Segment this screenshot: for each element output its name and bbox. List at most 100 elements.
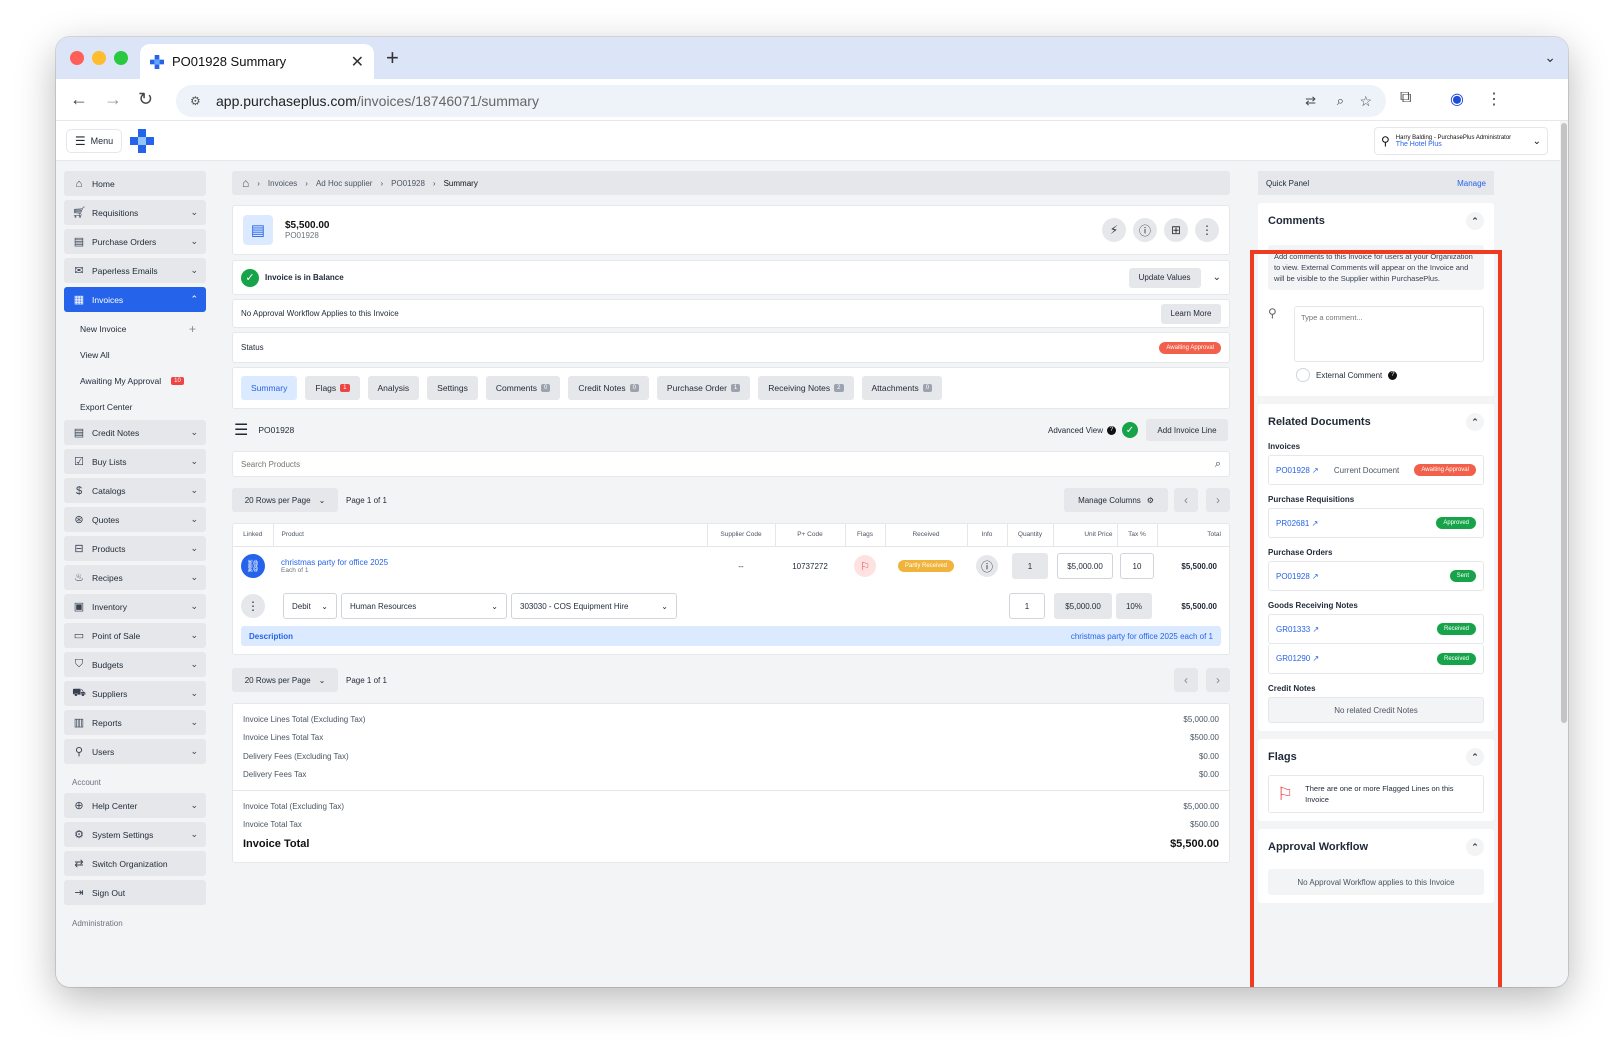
tab-summary[interactable]: Summary [241,376,298,400]
profile-icon[interactable]: ◉ [1450,89,1464,109]
related-grn-link[interactable]: GR01290 ↗ [1276,654,1319,663]
purchaseplus-logo[interactable] [130,129,154,153]
site-settings-icon[interactable]: ⚙ [190,94,201,108]
line-type-select[interactable]: Debit ⌄ [283,593,337,619]
tab-analysis[interactable]: Analysis [367,376,420,400]
related-invoice-link[interactable]: PO01928 ↗ [1276,466,1319,475]
address-bar[interactable]: ⚙ app.purchaseplus.com/invoices/18746071… [176,85,1386,117]
prev-page-button[interactable]: ‹ [1174,668,1198,692]
link-icon[interactable]: ⛓︎ [241,554,265,579]
search-icon[interactable]: ⌕ [1215,458,1221,471]
zoom-icon[interactable]: ⌕ [1337,93,1344,109]
advanced-view-toggle[interactable]: ✓ [1122,422,1138,438]
tab-purchase-order[interactable]: Purchase Order 1 [656,376,751,400]
chevron-down-icon[interactable]: ⌄ [1213,272,1221,283]
sidebar-item-credit-notes[interactable]: ▤ Credit Notes ⌄ [64,420,206,445]
prev-page-button[interactable]: ‹ [1174,488,1198,512]
quantity-value[interactable]: 1 [1012,553,1048,580]
related-po-link[interactable]: PO01928 ↗ [1276,572,1319,581]
rows-per-page-select[interactable]: 20 Rows per Page ⌄ [232,488,338,512]
external-comment-checkbox[interactable] [1296,368,1310,382]
new-tab-icon[interactable]: + [386,45,399,71]
related-grn-link[interactable]: GR01333 ↗ [1276,625,1319,634]
rows-per-page-select[interactable]: 20 Rows per Page ⌄ [232,668,338,692]
user-menu[interactable]: ⚲ Harry Balding - PurchasePlus Administr… [1374,127,1548,155]
lightning-icon[interactable]: ⚡︎ [1102,218,1126,242]
sidebar-item-help-center[interactable]: ⊕ Help Center ⌄ [64,793,206,818]
next-page-button[interactable]: › [1206,668,1230,692]
bookmark-star-icon[interactable]: ☆ [1359,93,1372,110]
breadcrumb-invoice[interactable]: PO01928 [391,179,425,188]
learn-more-button[interactable]: Learn More [1161,303,1221,324]
menu-button[interactable]: ☰ Menu [66,129,122,153]
home-icon[interactable]: ⌂ [242,176,249,190]
tab-receiving-notes[interactable]: Receiving Notes 2 [758,376,854,400]
browser-menu-icon[interactable]: ⋮ [1486,89,1502,109]
search-products-input[interactable] [241,459,1215,469]
sidebar-item-reports[interactable]: ▥ Reports ⌄ [64,710,206,735]
tab-credit-notes[interactable]: Credit Notes 0 [568,376,649,400]
tab-comments[interactable]: Comments 0 [485,376,561,400]
sidebar-item-budgets[interactable]: ⛉ Budgets ⌄ [64,652,206,677]
sidebar-item-recipes[interactable]: ♨ Recipes ⌄ [64,565,206,590]
department-select[interactable]: Human Resources ⌄ [341,593,507,619]
sidebar-sub-new-invoice[interactable]: New Invoice + [64,316,206,342]
tab-attachments[interactable]: Attachments 0 [861,376,943,400]
flag-icon[interactable]: ⚐ [854,555,876,578]
info-icon[interactable]: ⓘ [1133,218,1157,242]
browser-tab[interactable]: PO01928 Summary ✕ [140,44,374,79]
update-values-button[interactable]: Update Values [1128,267,1201,288]
tax-input[interactable]: 10 [1120,553,1154,580]
sidebar-item-catalogs[interactable]: $ Catalogs ⌄ [64,478,206,503]
sidebar-item-buy-lists[interactable]: ☑ Buy Lists ⌄ [64,449,206,474]
sidebar-sub-awaiting-approval[interactable]: Awaiting My Approval 10 [64,368,206,394]
extensions-icon[interactable]: ⧉ [1400,89,1411,107]
sidebar-sub-export-center[interactable]: Export Center [64,394,206,420]
sidebar-item-products[interactable]: ⊟ Products ⌄ [64,536,206,561]
translate-icon[interactable]: ⇄ [1305,93,1316,109]
chevron-up-icon[interactable]: ⌃ [1466,212,1484,230]
related-requisition-link[interactable]: PR02681 ↗ [1276,519,1318,528]
forward-icon[interactable]: → [104,89,122,110]
help-icon[interactable]: ? [1388,370,1398,380]
chevron-up-icon[interactable]: ⌃ [1466,413,1484,431]
breadcrumb-invoices[interactable]: Invoices [268,179,297,188]
hierarchy-icon[interactable]: ⊞ [1164,218,1188,242]
tab-search-chevron-icon[interactable]: ⌄ [1544,49,1556,66]
sidebar-item-invoices[interactable]: ▦ Invoices ⌃ [64,287,206,312]
next-page-button[interactable]: › [1206,488,1230,512]
account-select[interactable]: 303030 - COS Equipment Hire ⌄ [511,593,677,619]
plus-icon[interactable]: + [189,322,196,336]
page-scrollbar-thumb[interactable] [1561,123,1567,723]
help-icon[interactable]: ? [1107,425,1116,435]
info-icon[interactable]: ⓘ [976,555,998,578]
product-link[interactable]: christmas party for office 2025 [281,558,707,567]
unit-price-input[interactable]: $5,000.00 [1057,553,1113,580]
sidebar-item-sign-out[interactable]: ⇥ Sign Out [64,880,206,905]
sidebar-item-users[interactable]: ⚲ Users ⌄ [64,739,206,764]
sidebar-item-quotes[interactable]: ⊛ Quotes ⌄ [64,507,206,532]
detail-quantity-input[interactable]: 1 [1009,593,1045,619]
sidebar-sub-view-all[interactable]: View All [64,342,206,368]
breadcrumb-supplier[interactable]: Ad Hoc supplier [316,179,372,188]
sidebar-item-inventory[interactable]: ▣ Inventory ⌄ [64,594,206,619]
close-tab-icon[interactable]: ✕ [351,52,364,72]
sidebar-item-paperless-emails[interactable]: ✉ Paperless Emails ⌄ [64,258,206,283]
add-invoice-line-button[interactable]: Add Invoice Line [1146,419,1228,441]
more-options-icon[interactable]: ⋮ [241,594,265,618]
back-icon[interactable]: ← [70,89,88,110]
minimize-window-button[interactable] [92,51,106,65]
tab-flags[interactable]: Flags 1 [305,376,360,400]
manage-link[interactable]: Manage [1457,179,1486,188]
sidebar-item-suppliers[interactable]: ⛟ Suppliers ⌄ [64,681,206,706]
more-options-icon[interactable]: ⋮ [1195,218,1219,242]
sidebar-item-point-of-sale[interactable]: ▭ Point of Sale ⌄ [64,623,206,648]
maximize-window-button[interactable] [114,51,128,65]
tab-settings[interactable]: Settings [427,376,478,400]
comment-input[interactable] [1294,306,1484,362]
sidebar-item-requisitions[interactable]: 🛒︎ Requisitions ⌄ [64,200,206,225]
close-window-button[interactable] [70,51,84,65]
reload-icon[interactable]: ↻ [138,89,153,110]
sidebar-item-home[interactable]: ⌂ Home [64,171,206,196]
sidebar-item-system-settings[interactable]: ⚙ System Settings ⌄ [64,822,206,847]
